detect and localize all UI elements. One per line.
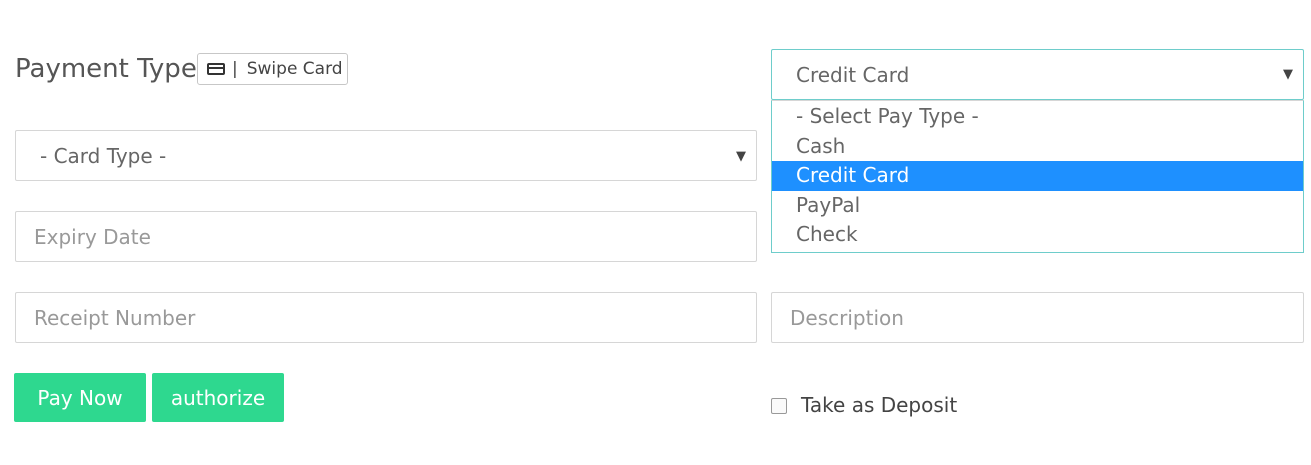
caret-down-icon: ▼ [1283, 67, 1293, 82]
description-placeholder: Description [790, 305, 904, 330]
pay-type-select[interactable]: Credit Card ▼ [771, 49, 1304, 100]
authorize-button[interactable]: authorize [152, 373, 284, 422]
option-paypal[interactable]: PayPal [772, 191, 1303, 221]
swipe-card-button[interactable]: | Swipe Card [197, 53, 348, 85]
pay-now-button[interactable]: Pay Now [14, 373, 146, 422]
take-as-deposit-checkbox[interactable] [771, 398, 787, 414]
option-select-pay-type[interactable]: - Select Pay Type - [772, 102, 1303, 132]
receipt-number-placeholder: Receipt Number [34, 305, 196, 330]
pay-type-dropdown[interactable]: - Select Pay Type - Cash Credit Card Pay… [771, 100, 1304, 253]
swipe-separator: | [232, 59, 238, 79]
expiry-date-input[interactable]: Expiry Date [15, 211, 757, 262]
option-credit-card[interactable]: Credit Card [772, 161, 1303, 191]
credit-card-icon [207, 63, 225, 75]
description-input[interactable]: Description [771, 292, 1304, 343]
card-type-selected-value: - Card Type - [40, 143, 167, 168]
option-check[interactable]: Check [772, 220, 1303, 250]
swipe-card-label: Swipe Card [246, 59, 343, 79]
receipt-number-input[interactable]: Receipt Number [15, 292, 757, 343]
card-type-select[interactable]: - Card Type - ▼ [15, 130, 757, 181]
expiry-date-placeholder: Expiry Date [34, 224, 151, 249]
take-as-deposit-label: Take as Deposit [801, 393, 958, 417]
option-cash[interactable]: Cash [772, 132, 1303, 162]
caret-down-icon: ▼ [736, 149, 746, 164]
pay-type-selected-value: Credit Card [796, 62, 910, 87]
payment-type-title: Payment Type [15, 54, 197, 84]
